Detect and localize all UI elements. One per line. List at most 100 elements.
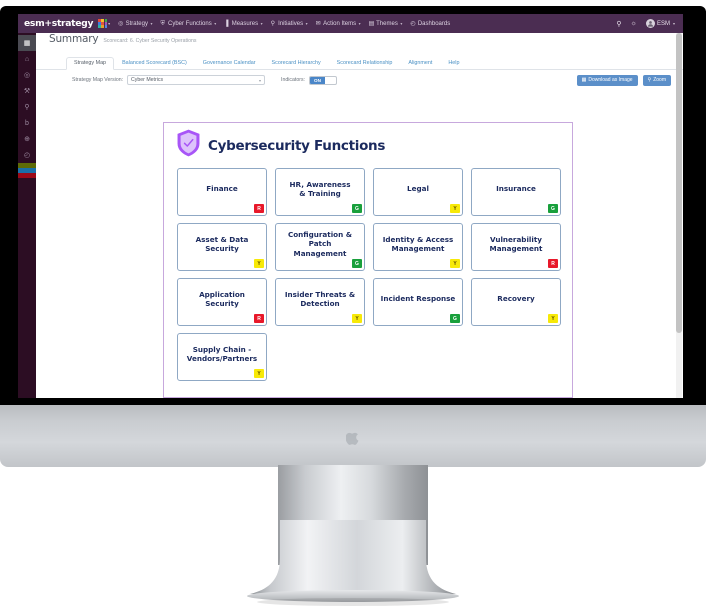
status-badge: Y — [254, 259, 264, 268]
nav-item-measures[interactable]: ▐ Measures ▾ — [224, 21, 262, 27]
scrollbar-thumb[interactable] — [676, 33, 682, 333]
node-label: Configuration & Patch Management — [281, 230, 359, 258]
nav-item-strategy[interactable]: ◎ Strategy ▾ — [118, 21, 152, 27]
magnifier-icon: ⚲ — [648, 77, 652, 83]
left-icon-rail: ▦ ⌂ ◎ ⚒ ⚲ ὜b ⊕ ◴ — [18, 33, 36, 398]
strategy-map-node[interactable]: Insider Threats & Detection Y — [275, 278, 365, 326]
node-label: Finance — [206, 184, 238, 193]
nav-item-dashboards[interactable]: ◴ Dashboards — [410, 21, 450, 27]
vertical-scrollbar[interactable] — [676, 33, 682, 398]
status-badge: Y — [548, 314, 558, 323]
status-badge: Y — [352, 314, 362, 323]
rail-item-tools[interactable]: ⚒ — [18, 83, 36, 99]
status-badge: G — [548, 204, 558, 213]
download-as-image-button[interactable]: ▦ Download as Image — [577, 75, 638, 86]
nav-item-label: Themes — [376, 21, 398, 27]
tab-scorecard-relationship[interactable]: Scorecard Relationship — [329, 57, 401, 70]
status-badge: R — [254, 314, 264, 323]
rail-item-initiatives[interactable]: ⚲ — [18, 99, 36, 115]
strategy-map-node[interactable]: Legal Y — [373, 168, 463, 216]
nav-item-cyber-functions[interactable]: ⛨ Cyber Functions ▾ — [161, 21, 217, 27]
version-label: Strategy Map Version: — [72, 77, 123, 83]
zoom-label: Zoom — [653, 77, 666, 83]
tab-strategy-map[interactable]: Strategy Map — [66, 57, 114, 70]
monitor-stand-base — [240, 520, 466, 608]
bar-chart-icon: ▐ — [224, 21, 230, 27]
avatar-icon — [646, 19, 655, 28]
version-value: Cyber Metrics — [131, 77, 163, 83]
tab-scorecard-hierarchy[interactable]: Scorecard Hierarchy — [264, 57, 329, 70]
brand-logo[interactable]: esm+strategy — [24, 18, 93, 29]
user-caret: ▾ — [673, 21, 675, 26]
image-icon: ▦ — [582, 77, 587, 83]
map-title-row: Cybersecurity Functions — [164, 123, 572, 166]
node-label: Supply Chain - Vendors/Partners — [187, 345, 257, 364]
strategy-map-node[interactable]: Recovery Y — [471, 278, 561, 326]
rail-item-scorecard-grid[interactable]: ▦ — [18, 35, 36, 51]
nav-item-label: Measures — [232, 21, 258, 27]
strategy-map-node[interactable]: Configuration & Patch Management G — [275, 223, 365, 271]
strategy-map-node[interactable]: Application Security R — [177, 278, 267, 326]
search-icon[interactable]: ⚲ — [616, 20, 621, 28]
folder-icon: ▤ — [369, 21, 375, 27]
node-label: Insurance — [496, 184, 536, 193]
node-label: Application Security — [199, 290, 245, 309]
status-badge: G — [352, 259, 362, 268]
nav-right-cluster: ⚲ ☼ ESM ▾ — [616, 19, 675, 28]
monitor-scene: esm+strategy ▾ ◎ Strategy ▾ ⛨ Cyber Function… — [0, 0, 706, 614]
download-label: Download as Image — [588, 77, 632, 83]
strategy-map-node[interactable]: Finance R — [177, 168, 267, 216]
status-badge: G — [352, 204, 362, 213]
chevron-down-icon: ▾ — [259, 78, 261, 83]
user-name: ESM — [657, 21, 670, 27]
nav-item-label: Dashboards — [418, 21, 450, 27]
user-menu[interactable]: ESM ▾ — [646, 19, 675, 28]
strategy-map-version-select[interactable]: Cyber Metrics ▾ — [127, 75, 265, 85]
indicators-on-state: ON — [310, 77, 325, 84]
chevron-down-icon: ▾ — [151, 21, 153, 26]
grid-apps-icon[interactable] — [98, 19, 107, 28]
status-badge: Y — [450, 204, 460, 213]
tab-bar: Strategy Map Balanced Scorecard (BSC) Gove… — [36, 53, 683, 70]
node-label: Recovery — [497, 294, 534, 303]
nav-item-label: Cyber Functions — [168, 21, 212, 27]
indicators-toggle[interactable]: ON — [309, 76, 337, 85]
breadcrumb: Scorecard: 6. Cyber Security Operations — [103, 38, 196, 44]
status-badge: Y — [254, 369, 264, 378]
nav-item-action-items[interactable]: ✉ Action Items ▾ — [316, 21, 361, 27]
app-switcher-caret[interactable]: ▾ — [108, 21, 110, 26]
indicators-control: Indicators: ON — [281, 76, 337, 85]
lightbulb-icon: ⚲ — [271, 21, 277, 27]
screen-content: esm+strategy ▾ ◎ Strategy ▾ ⛨ Cyber Function… — [18, 14, 683, 398]
strategy-map-toolbar: Strategy Map Version: Cyber Metrics ▾ In… — [36, 70, 683, 90]
rail-item-strategy[interactable]: ◎ — [18, 67, 36, 83]
strategy-map-node[interactable]: Supply Chain - Vendors/Partners Y — [177, 333, 267, 381]
strategy-map-node[interactable]: HR, Awareness & Training G — [275, 168, 365, 216]
page-title: Summary — [49, 33, 98, 45]
strategy-map-node-grid: Finance R HR, Awareness & Training G Legal Y In… — [164, 166, 564, 381]
target-icon: ◎ — [118, 21, 124, 27]
nav-item-label: Strategy — [126, 21, 148, 27]
nav-item-themes[interactable]: ▤ Themes ▾ — [369, 21, 403, 27]
nav-item-initiatives[interactable]: ⚲ Initiatives ▾ — [271, 21, 308, 27]
strategy-map-node[interactable]: Vulnerability Management R — [471, 223, 561, 271]
zoom-button[interactable]: ⚲ Zoom — [643, 75, 671, 86]
strategy-map-node[interactable]: Identity & Access Management Y — [373, 223, 463, 271]
chevron-down-icon: ▾ — [400, 21, 402, 26]
strategy-map-node[interactable]: Insurance G — [471, 168, 561, 216]
chevron-down-icon: ▾ — [306, 21, 308, 26]
tab-alignment[interactable]: Alignment — [400, 57, 440, 70]
rail-item-global[interactable]: ⊕ — [18, 131, 36, 147]
rail-item-home[interactable]: ⌂ — [18, 51, 36, 67]
strategy-map-node[interactable]: Incident Response G — [373, 278, 463, 326]
rail-item-history[interactable]: ◴ — [18, 147, 36, 163]
bell-icon[interactable]: ☼ — [631, 20, 637, 27]
node-label: Incident Response — [381, 294, 456, 303]
tab-governance-calendar[interactable]: Governance Calendar — [195, 57, 264, 70]
rail-item-reports[interactable]: ὜b — [18, 115, 36, 131]
shield-icon: ⛨ — [161, 21, 167, 27]
strategy-map-node[interactable]: Asset & Data Security Y — [177, 223, 267, 271]
strategy-map-canvas: Cybersecurity Functions Finance R HR, Awar… — [163, 122, 573, 398]
tab-help[interactable]: Help — [440, 57, 467, 70]
tab-balanced-scorecard-bsc[interactable]: Balanced Scorecard (BSC) — [114, 57, 195, 70]
